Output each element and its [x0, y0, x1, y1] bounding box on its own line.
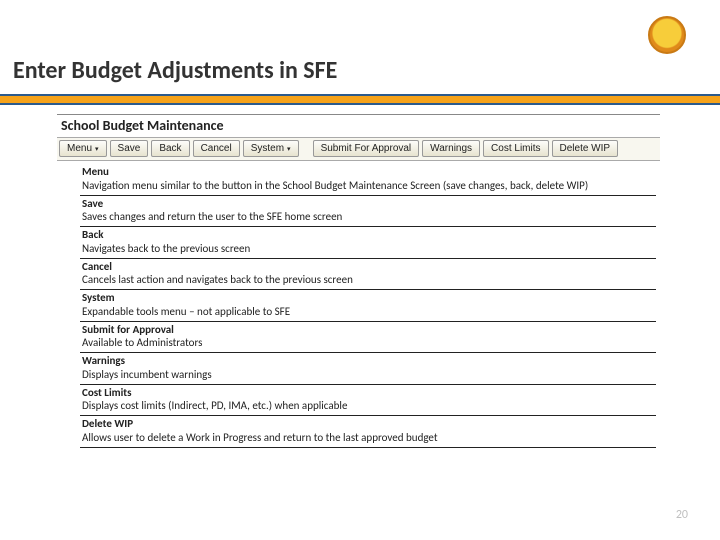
button-label: Delete WIP	[560, 143, 611, 154]
chevron-down-icon: ▾	[95, 145, 99, 153]
toolbar-btn-warnings[interactable]: Warnings	[422, 140, 480, 157]
chevron-down-icon: ▾	[287, 145, 291, 153]
row-label: Cost Limits	[82, 386, 654, 400]
toolbar-btn-cancel[interactable]: Cancel	[193, 140, 240, 157]
toolbar-btn-delete-wip[interactable]: Delete WIP	[552, 140, 619, 157]
button-label: Warnings	[430, 143, 472, 154]
row-label: Warnings	[82, 354, 654, 368]
page-number: 20	[676, 508, 688, 522]
button-label: Save	[118, 143, 141, 154]
row-description: Navigation menu similar to the button in…	[82, 179, 654, 193]
row-label: Back	[82, 228, 654, 242]
row-description: Displays incumbent warnings	[82, 368, 654, 382]
table-row: Submit for Approval Available to Adminis…	[80, 322, 656, 354]
app-toolbar: Menu▾SaveBackCancelSystem▾ Submit For Ap…	[57, 138, 660, 161]
row-description: Allows user to delete a Work in Progress…	[82, 431, 654, 445]
toolbar-btn-cost-limits[interactable]: Cost Limits	[483, 140, 548, 157]
row-label: Menu	[82, 165, 654, 179]
row-label: Delete WIP	[82, 417, 654, 431]
row-description: Expandable tools menu – not applicable t…	[82, 305, 654, 319]
table-row: SystemExpandable tools menu – not applic…	[80, 290, 656, 322]
table-row: WarningsDisplays incumbent warnings	[80, 353, 656, 385]
row-label: Submit for Approval	[82, 323, 654, 337]
toolbar-btn-save[interactable]: Save	[110, 140, 149, 157]
row-description: Navigates back to the previous screen	[82, 242, 654, 256]
title-underline	[0, 94, 720, 105]
button-label: Back	[159, 143, 181, 154]
row-label: System	[82, 291, 654, 305]
row-description: Displays cost limits (Indirect, PD, IMA,…	[82, 399, 654, 413]
row-description: Cancels last action and navigates back t…	[82, 273, 654, 287]
toolbar-btn-menu[interactable]: Menu▾	[59, 140, 107, 157]
button-label: System	[251, 143, 284, 154]
toolbar-group-left: Menu▾SaveBackCancelSystem▾	[59, 140, 299, 157]
app-header: School Budget Maintenance	[57, 115, 660, 138]
table-row: Cost LimitsDisplays cost limits (Indirec…	[80, 385, 656, 417]
table-row: BackNavigates back to the previous scree…	[80, 227, 656, 259]
table-row: MenuNavigation menu similar to the butto…	[80, 164, 656, 196]
app-screenshot-panel: School Budget Maintenance Menu▾SaveBackC…	[57, 114, 660, 161]
toolbar-group-right: Submit For Approval Warnings Cost Limits De…	[313, 140, 619, 157]
toolbar-btn-back[interactable]: Back	[151, 140, 189, 157]
row-description: Available to Administrators	[82, 336, 654, 350]
table-row: SaveSaves changes and return the user to…	[80, 196, 656, 228]
button-label: Cancel	[201, 143, 232, 154]
row-description: Saves changes and return the user to the…	[82, 210, 654, 224]
button-label: Submit For Approval	[321, 143, 412, 154]
button-label: Menu	[67, 143, 92, 154]
school-logo	[648, 16, 686, 54]
table-row: CancelCancels last action and navigates …	[80, 259, 656, 291]
description-table: MenuNavigation menu similar to the butto…	[80, 164, 656, 448]
button-label: Cost Limits	[491, 143, 540, 154]
page-title: Enter Budget Adjustments in SFE	[13, 56, 337, 85]
toolbar-btn-system[interactable]: System▾	[243, 140, 299, 157]
table-row: Delete WIPAllows user to delete a Work i…	[80, 416, 656, 448]
row-label: Save	[82, 197, 654, 211]
toolbar-btn-submit-for-approval[interactable]: Submit For Approval	[313, 140, 420, 157]
row-label: Cancel	[82, 260, 654, 274]
